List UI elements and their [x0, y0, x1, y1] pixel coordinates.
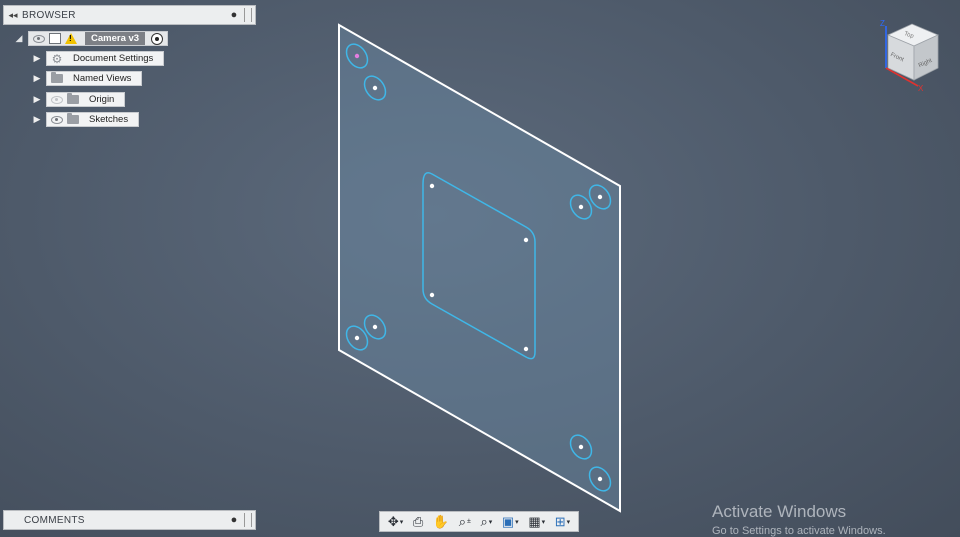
expand-triangle-icon[interactable]: ▶ [32, 53, 42, 64]
zoom-icon[interactable]: ⌕ ± [459, 514, 471, 530]
watermark-line1: Activate Windows [712, 502, 847, 521]
browser-panel-header[interactable]: ◂◂ BROWSER ● [3, 5, 256, 25]
browser-item-named-views[interactable]: ▶ Named Views [32, 70, 143, 87]
axis-x-label: X [918, 84, 924, 93]
fit-icon[interactable]: ⌕ ▾ [480, 514, 492, 530]
sketch-point[interactable] [354, 53, 360, 59]
watermark-line2: Go to Settings to activate Windows. [712, 525, 886, 537]
canvas-viewport[interactable]: Top Front Right Z X [0, 0, 960, 537]
orbit-icon[interactable]: ✥ ▾ [388, 514, 403, 530]
browser-item-document-settings[interactable]: ▶ ⚙ Document Settings [32, 50, 165, 67]
pin-icon[interactable]: ● [228, 9, 240, 21]
expand-triangle-icon[interactable]: ▶ [32, 114, 42, 125]
gear-icon: ⚙ [51, 51, 63, 66]
sketches-chip[interactable]: Sketches [46, 112, 140, 127]
browser-item-sketches[interactable]: ▶ Sketches [32, 111, 140, 128]
sketch-point[interactable] [578, 444, 584, 450]
activation-watermark: Activate Windows Go to Settings to activ… [712, 502, 886, 537]
navigation-toolbar: ✥ ▾ ⎙ ✋ ⌕ ± ⌕ ▾ ▣ ▾ ▦ ▾ ⊞ ▾ [379, 511, 579, 532]
sketch-point[interactable] [523, 346, 529, 352]
viewports-icon[interactable]: ⊞ ▾ [555, 514, 570, 530]
axis-z-label: Z [880, 19, 885, 28]
expand-triangle-icon[interactable]: ▶ [32, 73, 42, 84]
activate-radio-icon[interactable] [151, 32, 164, 45]
browser-title: BROWSER [22, 9, 76, 21]
named-views-chip[interactable]: Named Views [46, 71, 143, 86]
sketch-point[interactable] [429, 292, 435, 298]
sketch-point[interactable] [597, 194, 603, 200]
eye-icon[interactable] [51, 114, 63, 125]
plate-face[interactable] [338, 23, 621, 513]
plate-body[interactable] [338, 23, 621, 513]
add-comment-icon[interactable]: ● [228, 514, 240, 526]
sketch-point[interactable] [372, 85, 378, 91]
double-chevron-left-icon[interactable]: ◂◂ [4, 10, 22, 21]
view-cube[interactable]: Top Front Right Z X [880, 19, 939, 93]
folder-icon [67, 93, 79, 105]
comments-title: COMMENTS [24, 514, 85, 526]
sketch-point[interactable] [429, 183, 435, 189]
folder-icon [51, 72, 63, 84]
folder-icon [67, 113, 79, 125]
document-settings-chip[interactable]: ⚙ Document Settings [46, 51, 165, 66]
pan-icon[interactable]: ✋ [433, 514, 449, 530]
panel-grip-icon[interactable] [244, 513, 252, 527]
origin-chip[interactable]: Origin [46, 92, 126, 107]
root-label: Camera v3 [85, 32, 146, 45]
eye-icon[interactable] [51, 94, 63, 105]
root-chip[interactable]: ! Camera v3 [28, 31, 169, 46]
document-settings-label: Document Settings [73, 53, 154, 64]
sketch-point[interactable] [578, 204, 584, 210]
sketch-point[interactable] [597, 476, 603, 482]
eye-icon[interactable] [33, 33, 45, 44]
browser-root-node[interactable]: ◢ ! Camera v3 [14, 30, 169, 47]
sketch-point[interactable] [523, 237, 529, 243]
grid-icon[interactable]: ▦ ▾ [528, 514, 545, 530]
sketch-point[interactable] [372, 324, 378, 330]
look-at-icon[interactable]: ⎙ [413, 514, 423, 530]
expand-triangle-icon[interactable]: ▶ [32, 94, 42, 105]
named-views-label: Named Views [73, 73, 132, 84]
comments-panel-header[interactable]: COMMENTS ● [3, 510, 256, 530]
origin-label: Origin [89, 94, 115, 105]
collapse-triangle-icon[interactable]: ◢ [14, 33, 24, 44]
sketches-label: Sketches [89, 114, 129, 125]
display-settings-icon[interactable]: ▣ ▾ [502, 514, 519, 530]
warning-icon: ! [65, 33, 77, 44]
browser-item-origin[interactable]: ▶ Origin [32, 91, 126, 108]
panel-grip-icon[interactable] [244, 8, 252, 22]
sketch-point[interactable] [354, 335, 360, 341]
component-icon [49, 33, 61, 44]
